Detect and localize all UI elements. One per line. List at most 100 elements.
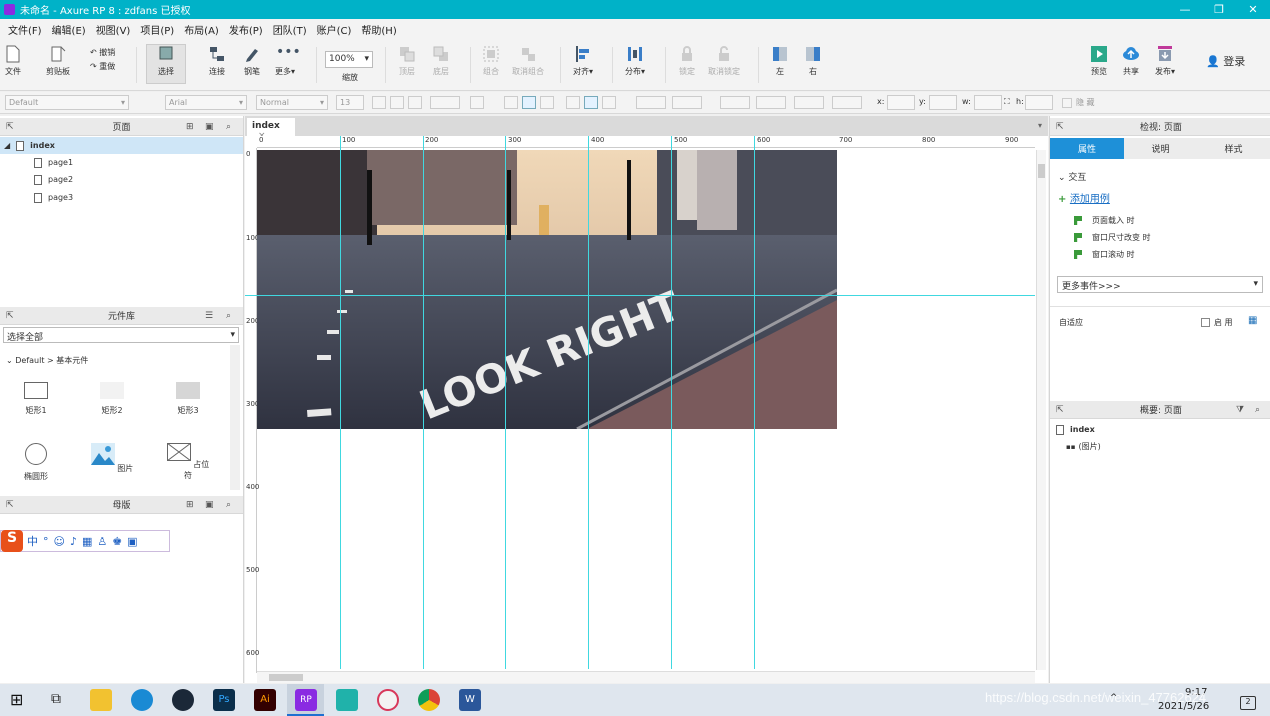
guide-line-vertical[interactable] <box>505 136 506 669</box>
menu-file[interactable]: 文件(F) <box>3 22 47 37</box>
add-folder-icon[interactable]: ▣ <box>205 500 214 510</box>
widget-rectangle3[interactable]: 矩形3 <box>163 382 213 416</box>
align-right-text-icon[interactable] <box>540 96 554 109</box>
arrow-style-icon[interactable] <box>832 96 862 109</box>
x-input[interactable] <box>887 95 915 110</box>
style-edit-icon[interactable] <box>137 96 151 109</box>
group-button[interactable]: 组合 <box>482 45 500 77</box>
file-button[interactable]: 文件 <box>4 45 22 77</box>
guide-line-vertical[interactable] <box>588 136 589 669</box>
hidden-checkbox[interactable] <box>1062 98 1072 108</box>
style-select[interactable]: Default ▾ <box>5 95 129 110</box>
share-button[interactable]: 共享 <box>1122 45 1140 77</box>
event-page-load[interactable]: 页面载入 时 <box>1074 215 1135 226</box>
notification-center-icon[interactable]: 2 <box>1240 696 1256 710</box>
align-left-text-icon[interactable] <box>504 96 518 109</box>
ime-toolbar[interactable]: S 中°☺♪▦♙♚▣ <box>0 530 170 552</box>
y-input[interactable] <box>929 95 957 110</box>
valign-top-icon[interactable] <box>566 96 580 109</box>
event-window-resize[interactable]: 窗口尺寸改变 时 <box>1074 232 1151 243</box>
menu-project[interactable]: 项目(P) <box>135 22 179 37</box>
library-scrollbar[interactable] <box>230 345 240 490</box>
event-window-scroll[interactable]: 窗口滚动 时 <box>1074 249 1135 260</box>
widget-placeholder[interactable]: 占位符 <box>163 442 213 481</box>
photoshop-icon[interactable]: Ps <box>213 689 235 711</box>
adaptive-settings-icon[interactable]: ▦ <box>1248 315 1257 326</box>
unlock-button[interactable]: 取消锁定 <box>708 45 740 77</box>
minimize-button[interactable]: — <box>1168 0 1202 19</box>
font-color-icon[interactable] <box>430 96 460 109</box>
tree-item-index[interactable]: ◢ index <box>0 137 243 154</box>
align-center-text-icon[interactable] <box>522 96 536 109</box>
canvas-vertical-scrollbar[interactable] <box>1036 150 1046 670</box>
outline-item-image[interactable]: ▪▪ (图片) <box>1050 438 1270 455</box>
zoom-select[interactable]: 100% ▾ <box>325 51 373 68</box>
word-icon[interactable]: W <box>459 689 481 711</box>
distribute-button[interactable]: 分布▾ <box>625 45 645 77</box>
adaptive-enable-checkbox[interactable]: 启 用 <box>1201 317 1233 328</box>
collapse-icon[interactable]: ⇱ <box>6 122 14 132</box>
widget-rectangle2[interactable]: 矩形2 <box>87 382 137 416</box>
tree-item-page1[interactable]: page1 <box>0 154 243 171</box>
collapse-icon[interactable]: ⇱ <box>6 311 14 321</box>
line-color-icon[interactable] <box>720 96 750 109</box>
steam-icon[interactable] <box>172 689 194 711</box>
select-button[interactable]: 选择 <box>146 44 186 84</box>
library-select[interactable]: 选择全部 ▾ <box>3 327 239 343</box>
menu-publish[interactable]: 发布(P) <box>224 22 268 37</box>
fill-color-icon[interactable] <box>636 96 666 109</box>
axure-rp-icon[interactable]: RP <box>295 689 317 711</box>
font-family-select[interactable]: Arial ▾ <box>165 95 247 110</box>
library-group-label[interactable]: ⌄ Default > 基本元件 <box>6 355 88 366</box>
guide-line-vertical[interactable] <box>671 136 672 669</box>
menu-team[interactable]: 团队(T) <box>268 22 312 37</box>
street-photo-image[interactable]: LOOK RIGHT <box>257 150 837 429</box>
valign-middle-icon[interactable] <box>584 96 598 109</box>
italic-icon[interactable] <box>390 96 404 109</box>
lock-ratio-icon[interactable]: ⛶ <box>1004 97 1010 107</box>
send-back-button[interactable]: 底层 <box>432 45 450 77</box>
add-case-link[interactable]: + 添加用例 <box>1058 190 1110 205</box>
canvas-horizontal-scrollbar[interactable] <box>257 671 1035 683</box>
task-view-icon[interactable]: ⧉ <box>51 691 61 707</box>
guide-line-vertical[interactable] <box>754 136 755 669</box>
tree-item-page3[interactable]: page3 <box>0 189 243 206</box>
height-input[interactable] <box>1025 95 1053 110</box>
login-button[interactable]: 👤 登录 <box>1206 53 1245 69</box>
guide-line-vertical[interactable] <box>340 136 341 669</box>
menu-layout[interactable]: 布局(A) <box>179 22 224 37</box>
align-right-button[interactable]: 右 <box>804 45 822 77</box>
restore-button[interactable]: ❐ <box>1202 0 1236 19</box>
underline-icon[interactable] <box>408 96 422 109</box>
menu-account[interactable]: 账户(C) <box>312 22 357 37</box>
add-folder-icon[interactable]: ▣ <box>205 122 214 132</box>
font-weight-select[interactable]: Normal ▾ <box>256 95 328 110</box>
tree-item-page2[interactable]: page2 <box>0 171 243 188</box>
shadow-icon[interactable] <box>672 96 702 109</box>
guide-line-vertical[interactable] <box>423 136 424 669</box>
notes-app-icon[interactable] <box>336 689 358 711</box>
line-style-icon[interactable] <box>794 96 824 109</box>
undo-button[interactable]: ↶ 撤销 <box>90 47 115 58</box>
tab-style[interactable]: 样式 <box>1197 138 1270 159</box>
outline-item-index[interactable]: index <box>1050 421 1270 438</box>
publish-button[interactable]: 发布▾ <box>1155 45 1175 77</box>
file-explorer-icon[interactable] <box>90 689 112 711</box>
font-size-select[interactable]: 13 <box>336 95 364 110</box>
illustrator-icon[interactable]: Ai <box>254 689 276 711</box>
align-button[interactable]: 对齐▾ <box>573 45 593 77</box>
valign-bottom-icon[interactable] <box>602 96 616 109</box>
line-width-icon[interactable] <box>756 96 786 109</box>
redo-button[interactable]: ↷ 重做 <box>90 61 115 72</box>
interactions-section[interactable]: ⌄ 交互 <box>1058 170 1086 183</box>
menu-help[interactable]: 帮助(H) <box>356 22 401 37</box>
widget-image[interactable]: 图片 <box>87 443 137 474</box>
add-page-icon[interactable]: ⊞ <box>186 122 194 132</box>
connect-button[interactable]: 连接 <box>208 45 226 77</box>
widget-ellipse[interactable]: 椭圆形 <box>11 443 61 482</box>
ungroup-button[interactable]: 取消组合 <box>512 45 544 77</box>
collapse-icon[interactable]: ⇱ <box>6 500 14 510</box>
preview-button[interactable]: 预览 <box>1090 45 1108 77</box>
search-icon[interactable]: ⌕ <box>226 500 231 510</box>
snipping-tool-icon[interactable] <box>377 689 399 711</box>
